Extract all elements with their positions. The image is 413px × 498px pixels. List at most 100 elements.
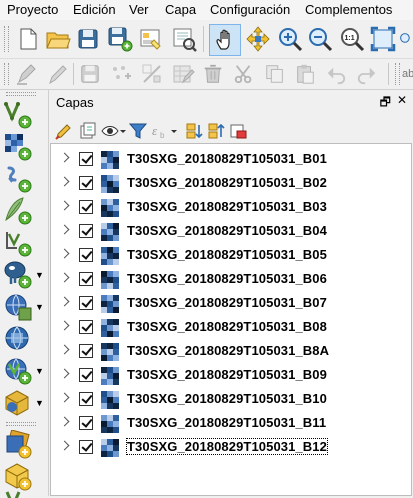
toggle-edit-icon[interactable] [44,61,70,87]
open-layer-styling-icon[interactable] [54,120,74,142]
layer-row[interactable]: T30SXG_20180829T105031_B06 [51,268,411,292]
expand-arrow-icon[interactable] [59,200,70,211]
layer-name[interactable]: T30SXG_20180829T105031_B08 [127,319,327,334]
expand-arrow-icon[interactable] [59,416,70,427]
layer-visibility-checkbox[interactable] [79,392,93,406]
new-geopackage-icon[interactable] [3,428,43,462]
save-project-icon[interactable] [74,25,102,53]
undo-icon[interactable] [323,61,349,87]
layer-row[interactable]: T30SXG_20180829T105031_B02 [51,172,411,196]
layer-row[interactable]: T30SXG_20180829T105031_B07 [51,292,411,316]
expand-arrow-icon[interactable] [59,368,70,379]
delete-selected-icon[interactable] [200,61,226,87]
digitize-icon[interactable] [14,61,40,87]
layer-visibility-checkbox[interactable] [79,344,93,358]
zoom-in-icon[interactable] [276,25,304,53]
layer-name[interactable]: T30SXG_20180829T105031_B10 [127,391,327,406]
toolbar-grip[interactable] [4,26,9,52]
menu-proyecto[interactable]: Proyecto [7,2,58,17]
add-virtual-layer-icon[interactable] [3,226,43,260]
layer-visibility-checkbox[interactable] [79,152,93,166]
add-group-icon[interactable] [78,120,98,142]
toolbar-grip[interactable] [6,422,36,426]
layer-name[interactable]: T30SXG_20180829T105031_B03 [127,199,327,214]
layer-name[interactable]: T30SXG_20180829T105031_B06 [127,271,327,286]
layer-row[interactable]: T30SXG_20180829T105031_B10 [51,388,411,412]
add-delimited-text-icon[interactable] [3,162,43,196]
save-as-icon[interactable] [106,25,134,53]
zoom-out-icon[interactable] [306,25,334,53]
manage-visibility-icon[interactable] [100,120,126,142]
cut-icon[interactable] [231,61,257,87]
add-vector-icon[interactable] [3,98,43,132]
new-project-icon[interactable] [14,25,42,53]
close-panel-icon[interactable]: ✕ [397,93,407,114]
layer-visibility-checkbox[interactable] [79,176,93,190]
menu-complementos[interactable]: Complementos [305,2,392,17]
layer-row[interactable]: T30SXG_20180829T105031_B01 [51,148,411,172]
layer-name[interactable]: T30SXG_20180829T105031_B04 [127,223,327,238]
toolbar-grip[interactable] [6,92,36,96]
pan-to-selection-icon[interactable] [244,25,272,53]
float-panel-icon[interactable]: 🗗 [380,93,391,114]
pan-icon[interactable] [209,24,241,56]
layer-row[interactable]: T30SXG_20180829T105031_B03 [51,196,411,220]
zoom-full-icon[interactable] [369,25,397,53]
layer-name[interactable]: T30SXG_20180829T105031_B12 [126,438,328,455]
layers-tree[interactable]: T30SXG_20180829T105031_B01 T30SXG_2018082… [50,143,412,496]
layer-visibility-checkbox[interactable] [79,296,93,310]
zoom-native-icon[interactable]: 1:1 [338,25,366,53]
expand-arrow-icon[interactable] [59,248,70,259]
new-spatialite-icon[interactable] [3,488,43,498]
layer-name[interactable]: T30SXG_20180829T105031_B09 [127,367,327,382]
layer-row[interactable]: T30SXG_20180829T105031_B12 [51,436,411,460]
filter-legend-icon[interactable] [128,120,148,142]
vertex-tool-icon[interactable] [139,61,165,87]
layer-name[interactable]: T30SXG_20180829T105031_B01 [127,151,327,166]
edit-attributes-icon[interactable] [170,61,196,87]
layer-visibility-checkbox[interactable] [79,320,93,334]
expand-arrow-icon[interactable] [59,320,70,331]
menu-capa[interactable]: Capa [165,2,196,17]
add-arcgis-dropdown-arrow[interactable]: ▼ [35,398,44,408]
add-feature-icon[interactable] [108,61,134,87]
layer-visibility-checkbox[interactable] [79,272,93,286]
expand-arrow-icon[interactable] [59,152,70,163]
layer-visibility-checkbox[interactable] [79,200,93,214]
style-manager-icon[interactable] [170,25,198,53]
add-wfs-dropdown-arrow[interactable]: ▼ [35,366,44,376]
filter-expression-icon[interactable]: εb [150,120,180,142]
toolbar-grip[interactable] [395,63,400,85]
layer-visibility-checkbox[interactable] [79,248,93,262]
redo-icon[interactable] [354,61,380,87]
layer-name[interactable]: T30SXG_20180829T105031_B11 [127,415,326,430]
print-layout-icon[interactable] [138,25,166,53]
layer-visibility-checkbox[interactable] [79,224,93,238]
toolbar-grip[interactable] [4,63,9,85]
save-edits-icon[interactable] [77,61,103,87]
layer-row[interactable]: T30SXG_20180829T105031_B11 [51,412,411,436]
menu-ver[interactable]: Ver [129,2,149,17]
open-project-icon[interactable] [44,25,72,53]
layer-name[interactable]: T30SXG_20180829T105031_B07 [127,295,327,310]
layer-row[interactable]: T30SXG_20180829T105031_B08 [51,316,411,340]
expand-arrow-icon[interactable] [59,296,70,307]
collapse-all-icon[interactable] [206,120,226,142]
label-tool-icon[interactable]: ab [402,63,413,85]
expand-arrow-icon[interactable] [59,272,70,283]
zoom-to-layer-icon[interactable] [399,25,413,53]
layer-row[interactable]: T30SXG_20180829T105031_B04 [51,220,411,244]
layer-visibility-checkbox[interactable] [79,368,93,382]
expand-arrow-icon[interactable] [59,392,70,403]
layer-name[interactable]: T30SXG_20180829T105031_B02 [127,175,327,190]
add-spatialite-icon[interactable] [3,194,43,228]
expand-arrow-icon[interactable] [59,440,70,451]
remove-layer-icon[interactable] [228,120,248,142]
add-wms-dropdown-arrow[interactable]: ▼ [35,302,44,312]
expand-arrow-icon[interactable] [59,224,70,235]
paste-icon[interactable] [292,61,318,87]
menu-configuracion[interactable]: Configuración [210,2,290,17]
menu-edicion[interactable]: Edición [73,2,116,17]
layer-row[interactable]: T30SXG_20180829T105031_B09 [51,364,411,388]
add-postgis-dropdown-arrow[interactable]: ▼ [35,270,44,280]
